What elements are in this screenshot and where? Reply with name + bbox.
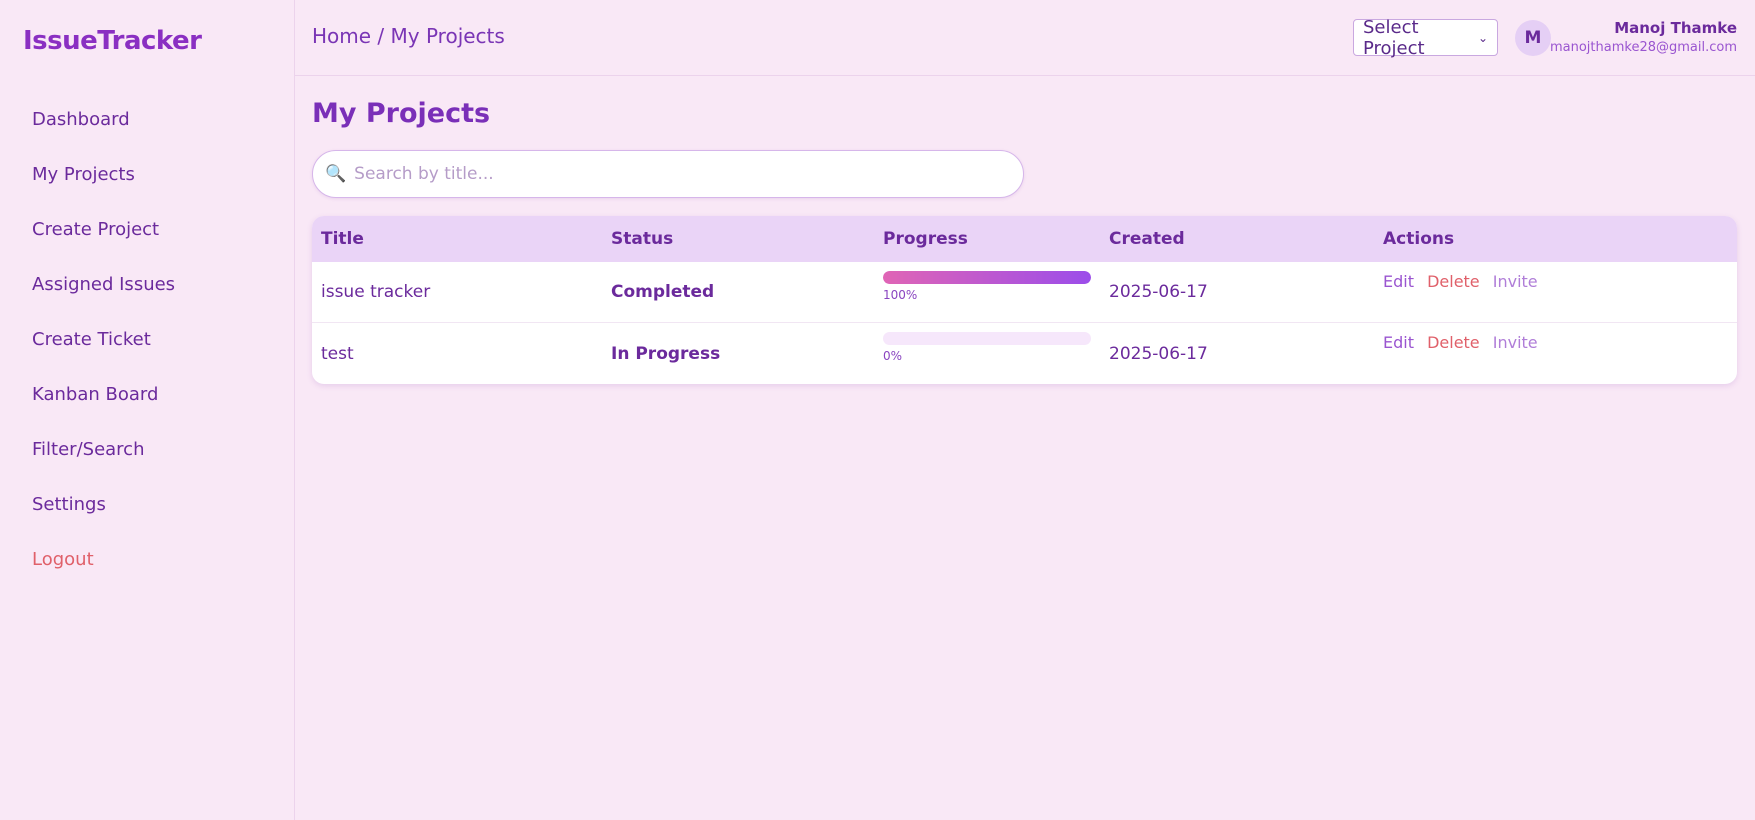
invite-button[interactable]: Invite [1493,272,1538,291]
sidebar-item-kanban-board[interactable]: Kanban Board [32,383,175,438]
sidebar-item-filter-search[interactable]: Filter/Search [32,438,175,493]
page-title: My Projects [312,98,491,129]
project-created: 2025-06-17 [1109,343,1208,364]
projects-table: Title Status Progress Created Actions is… [312,216,1737,384]
delete-button[interactable]: Delete [1427,272,1480,291]
sidebar-item-settings[interactable]: Settings [32,493,175,548]
progress-bar [883,271,1091,284]
progress-cell: 0% [883,332,1091,363]
column-header-status: Status [611,229,674,249]
magnifier-icon: 🔍 [325,164,347,184]
delete-button[interactable]: Delete [1427,333,1480,352]
user-email: manojthamke28@gmail.com [1549,40,1737,55]
breadcrumb: Home / My Projects [312,24,505,48]
edit-button[interactable]: Edit [1383,272,1414,291]
project-select[interactable]: Select Project ⌄ [1353,16,1498,59]
sidebar-item-create-ticket[interactable]: Create Ticket [32,328,175,383]
topbar: Home / My Projects Select Project ⌄ M Ma… [295,0,1755,76]
table-row: test In Progress 0% 2025-06-17 Edit Dele… [312,323,1737,384]
project-status: Completed [611,282,715,302]
sidebar-item-my-projects[interactable]: My Projects [32,163,175,218]
edit-button[interactable]: Edit [1383,333,1414,352]
sidebar-item-create-project[interactable]: Create Project [32,218,175,273]
search-input[interactable] [354,164,995,184]
invite-button[interactable]: Invite [1493,333,1538,352]
progress-bar [883,332,1091,345]
column-header-actions: Actions [1383,229,1455,249]
project-select-value: Select Project [1363,16,1425,59]
column-header-created: Created [1109,229,1185,249]
progress-cell: 100% [883,271,1091,302]
project-created: 2025-06-17 [1109,282,1208,302]
progress-fill [883,271,1091,284]
chevron-down-icon: ⌄ [1477,30,1488,45]
sidebar: IssueTracker Dashboard My Projects Creat… [0,0,295,820]
column-header-title: Title [321,229,364,249]
project-title: issue tracker [321,282,431,302]
sidebar-nav: Dashboard My Projects Create Project Ass… [32,108,175,603]
progress-label: 0% [883,349,903,363]
search-box[interactable]: 🔍 [312,150,1024,198]
project-title: test [321,343,354,364]
row-actions: Edit Delete Invite [1383,272,1546,291]
table-row: issue tracker Completed 100% 2025-06-17 … [312,262,1737,323]
row-actions: Edit Delete Invite [1383,333,1546,352]
progress-label: 100% [883,288,918,302]
user-name: Manoj Thamke [1614,19,1737,37]
project-status: In Progress [611,343,721,364]
column-header-progress: Progress [883,229,968,249]
app-brand[interactable]: IssueTracker [23,26,202,56]
table-header: Title Status Progress Created Actions [312,216,1737,262]
sidebar-item-dashboard[interactable]: Dashboard [32,108,175,163]
sidebar-item-logout[interactable]: Logout [32,548,175,603]
avatar[interactable]: M [1515,20,1551,56]
sidebar-item-assigned-issues[interactable]: Assigned Issues [32,273,175,328]
